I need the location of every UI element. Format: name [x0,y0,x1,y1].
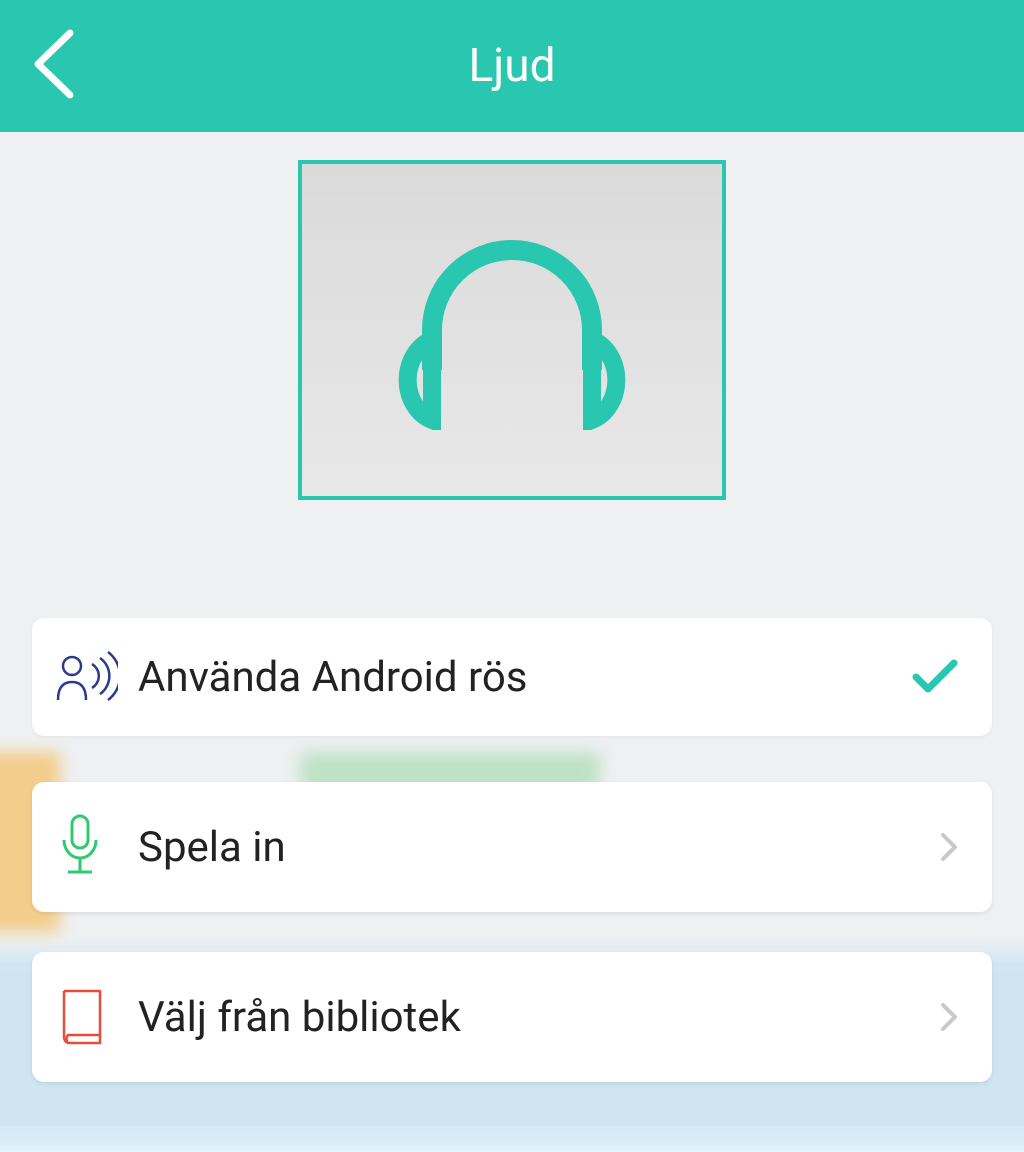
voice-person-icon [56,650,124,704]
option-label: Spela in [138,823,940,872]
page-title: Ljud [0,39,1024,93]
option-choose-library[interactable]: Välj från bibliotek [32,952,992,1082]
book-icon [56,987,124,1047]
microphone-icon [56,814,124,880]
content-area: Använda Android rös Spela in [0,132,1024,1126]
chevron-left-icon [30,27,76,101]
options-list: Använda Android rös Spela in [32,618,992,1122]
chevron-right-icon [940,832,958,862]
option-record[interactable]: Spela in [32,782,992,912]
back-button[interactable] [30,27,76,105]
headphones-icon [392,230,632,430]
option-label: Välj från bibliotek [138,993,940,1042]
audio-preview-box [298,160,726,500]
header-bar: Ljud [0,0,1024,132]
option-label: Använda Android rös [138,653,912,702]
chevron-right-icon [940,1002,958,1032]
checkmark-icon [912,659,958,695]
option-use-android-voice[interactable]: Använda Android rös [32,618,992,736]
